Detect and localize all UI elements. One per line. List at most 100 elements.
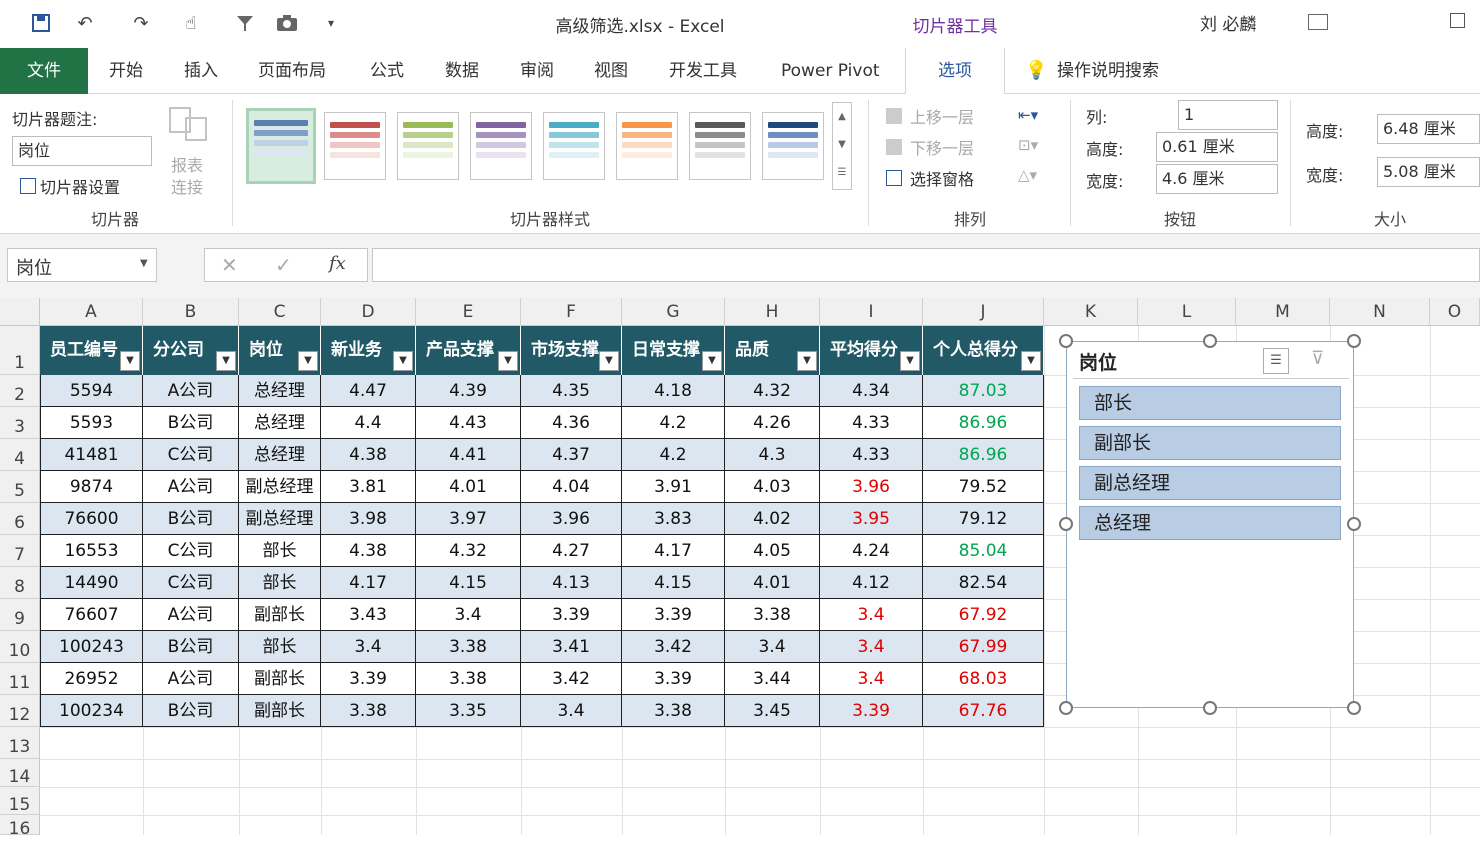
table-cell[interactable]: 3.39 — [820, 695, 923, 727]
table-cell[interactable]: 5593 — [40, 407, 143, 439]
filter-dropdown-icon[interactable]: ▼ — [1021, 351, 1041, 371]
column-header[interactable]: J — [923, 298, 1044, 326]
column-header[interactable]: B — [143, 298, 239, 326]
table-cell[interactable]: 100243 — [40, 631, 143, 663]
row-header[interactable]: 14 — [0, 759, 40, 787]
row-header[interactable]: 11 — [0, 663, 40, 695]
ribbon-display-icon[interactable] — [1308, 14, 1328, 30]
row-header[interactable]: 4 — [0, 439, 40, 471]
table-cell[interactable]: 4.4 — [321, 407, 416, 439]
table-cell[interactable]: 3.4 — [321, 631, 416, 663]
table-cell[interactable]: B公司 — [143, 631, 239, 663]
table-cell[interactable]: A公司 — [143, 375, 239, 407]
undo-icon[interactable]: ↶ — [72, 10, 98, 36]
table-cell[interactable]: 87.03 — [923, 375, 1044, 407]
slicer-style-2[interactable] — [324, 112, 386, 180]
table-cell[interactable]: 3.4 — [416, 599, 521, 631]
table-cell[interactable]: 4.01 — [416, 471, 521, 503]
filter-icon[interactable] — [232, 10, 258, 36]
column-header[interactable]: I — [820, 298, 923, 326]
table-cell[interactable]: 3.42 — [622, 631, 725, 663]
row-header[interactable]: 2 — [0, 375, 40, 407]
slicer-style-7[interactable] — [689, 112, 751, 180]
table-cell[interactable]: 3.98 — [321, 503, 416, 535]
clear-filter-icon[interactable]: ⊽ — [1311, 348, 1324, 369]
insert-function-icon[interactable]: fx — [329, 253, 346, 274]
gallery-scroll[interactable]: ▲ ▼ ☰ — [832, 102, 852, 190]
table-cell[interactable]: 67.76 — [923, 695, 1044, 727]
row-header[interactable]: 9 — [0, 599, 40, 631]
tab-options[interactable]: 选项 — [905, 48, 1005, 95]
resize-handle[interactable] — [1203, 701, 1217, 715]
table-cell[interactable]: 3.38 — [416, 631, 521, 663]
column-header[interactable]: L — [1138, 298, 1236, 326]
table-cell[interactable]: 副部长 — [239, 663, 321, 695]
table-cell[interactable]: 3.81 — [321, 471, 416, 503]
enter-icon[interactable]: ✓ — [275, 253, 292, 277]
table-cell[interactable]: 4.43 — [416, 407, 521, 439]
table-cell[interactable]: 3.38 — [416, 663, 521, 695]
name-box[interactable]: 岗位 — [7, 248, 157, 282]
filter-dropdown-icon[interactable]: ▼ — [900, 351, 920, 371]
tell-me-search[interactable]: 操作说明搜索 — [1057, 48, 1159, 94]
table-cell[interactable]: 4.03 — [725, 471, 820, 503]
table-cell[interactable]: 4.36 — [521, 407, 622, 439]
table-cell[interactable]: 3.39 — [622, 663, 725, 695]
camera-icon[interactable] — [274, 10, 300, 36]
slicer-style-1[interactable] — [246, 108, 316, 184]
table-cell[interactable]: 26952 — [40, 663, 143, 695]
table-cell[interactable]: 3.96 — [820, 471, 923, 503]
table-cell[interactable]: 4.12 — [820, 567, 923, 599]
table-cell[interactable]: 4.35 — [521, 375, 622, 407]
select-all-corner[interactable] — [0, 298, 40, 326]
table-cell[interactable]: C公司 — [143, 567, 239, 599]
table-cell[interactable]: 4.41 — [416, 439, 521, 471]
table-cell[interactable]: 85.04 — [923, 535, 1044, 567]
filter-dropdown-icon[interactable]: ▼ — [599, 351, 619, 371]
table-cell[interactable]: 79.12 — [923, 503, 1044, 535]
table-cell[interactable]: 5594 — [40, 375, 143, 407]
row-header[interactable]: 3 — [0, 407, 40, 439]
slicer-item[interactable]: 部长 — [1079, 386, 1341, 420]
table-cell[interactable]: 部长 — [239, 567, 321, 599]
table-cell[interactable]: 41481 — [40, 439, 143, 471]
filter-dropdown-icon[interactable]: ▼ — [120, 351, 140, 371]
column-header[interactable]: C — [239, 298, 321, 326]
row-header[interactable]: 13 — [0, 727, 40, 759]
table-cell[interactable]: 4.33 — [820, 439, 923, 471]
table-cell[interactable]: 3.96 — [521, 503, 622, 535]
table-cell[interactable]: 部长 — [239, 631, 321, 663]
resize-handle[interactable] — [1059, 334, 1073, 348]
tab-home[interactable]: 开始 — [109, 48, 143, 94]
table-cell[interactable]: 3.38 — [725, 599, 820, 631]
table-cell[interactable]: 3.42 — [521, 663, 622, 695]
table-cell[interactable]: 4.04 — [521, 471, 622, 503]
rotate-icon[interactable]: △▾ — [1018, 166, 1037, 184]
table-cell[interactable]: A公司 — [143, 471, 239, 503]
table-cell[interactable]: 副部长 — [239, 599, 321, 631]
table-cell[interactable]: 79.52 — [923, 471, 1044, 503]
table-cell[interactable]: A公司 — [143, 599, 239, 631]
table-cell[interactable]: 3.41 — [521, 631, 622, 663]
table-cell[interactable]: 3.38 — [321, 695, 416, 727]
touch-mode-icon[interactable]: ☝ — [178, 10, 204, 36]
table-cell[interactable]: 3.38 — [622, 695, 725, 727]
filter-dropdown-icon[interactable]: ▼ — [216, 351, 236, 371]
table-cell[interactable]: 4.17 — [321, 567, 416, 599]
table-cell[interactable]: 部长 — [239, 535, 321, 567]
table-cell[interactable]: 76600 — [40, 503, 143, 535]
table-cell[interactable]: 3.83 — [622, 503, 725, 535]
table-cell[interactable]: 100234 — [40, 695, 143, 727]
table-cell[interactable]: 3.4 — [820, 631, 923, 663]
table-cell[interactable]: 4.05 — [725, 535, 820, 567]
table-cell[interactable]: 总经理 — [239, 407, 321, 439]
table-cell[interactable]: 总经理 — [239, 375, 321, 407]
row-header[interactable]: 15 — [0, 787, 40, 815]
tab-developer[interactable]: 开发工具 — [669, 48, 737, 94]
table-cell[interactable]: 4.15 — [416, 567, 521, 599]
row-header[interactable]: 6 — [0, 503, 40, 535]
table-cell[interactable]: 副总经理 — [239, 471, 321, 503]
report-connections-label-1[interactable]: 报表 — [171, 152, 203, 176]
table-cell[interactable]: 4.38 — [321, 439, 416, 471]
button-width-input[interactable]: 4.6 厘米 — [1156, 164, 1278, 194]
